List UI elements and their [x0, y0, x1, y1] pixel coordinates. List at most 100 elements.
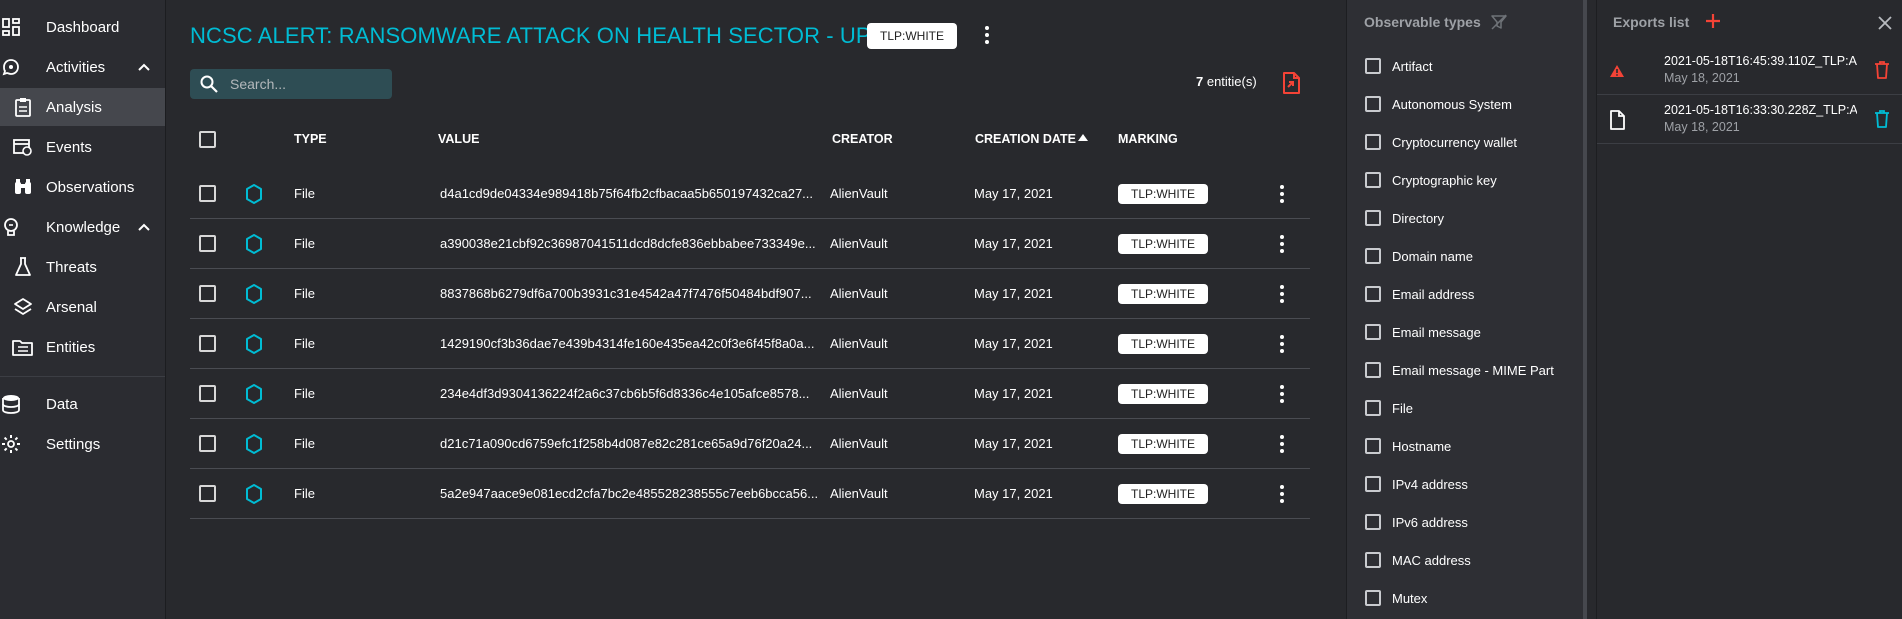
- observable-type-autonomous-system[interactable]: Autonomous System: [1365, 93, 1512, 115]
- table-row[interactable]: File 8837868b6279df6a700b3931c31e4542a47…: [190, 269, 1310, 319]
- row-creator: AlienVault: [830, 486, 888, 501]
- add-export-icon[interactable]: [1704, 12, 1722, 30]
- row-checkbox[interactable]: [199, 435, 216, 452]
- row-checkbox[interactable]: [199, 185, 216, 202]
- observable-type-checkbox[interactable]: [1365, 552, 1381, 568]
- observable-type-checkbox[interactable]: [1365, 324, 1381, 340]
- sort-ascending-icon[interactable]: [1078, 134, 1088, 142]
- export-item[interactable]: 2021-05-18T16:45:39.110Z_TLP:ALL_(Export…: [1597, 47, 1902, 95]
- sidebar-item-data[interactable]: Data: [0, 385, 165, 423]
- sidebar-item-events[interactable]: Events: [0, 128, 165, 166]
- observable-type-checkbox[interactable]: [1365, 58, 1381, 74]
- observable-type-checkbox[interactable]: [1365, 514, 1381, 530]
- sidebar-item-dashboard[interactable]: Dashboard: [0, 8, 165, 46]
- column-header-marking[interactable]: MARKING: [1118, 132, 1178, 146]
- search-box: [190, 69, 392, 99]
- select-all-checkbox[interactable]: [199, 131, 216, 148]
- sidebar-item-knowledge[interactable]: Knowledge: [0, 208, 165, 246]
- row-menu-button[interactable]: [1270, 182, 1294, 206]
- observable-type-artifact[interactable]: Artifact: [1365, 55, 1432, 77]
- observable-type-checkbox[interactable]: [1365, 590, 1381, 606]
- row-menu-button[interactable]: [1270, 382, 1294, 406]
- exports-title: Exports list: [1613, 14, 1690, 30]
- observable-type-checkbox[interactable]: [1365, 476, 1381, 492]
- panel-scrollbar[interactable]: [1583, 0, 1587, 619]
- row-creator: AlienVault: [830, 186, 888, 201]
- observable-type-cryptographic-key[interactable]: Cryptographic key: [1365, 169, 1497, 191]
- activities-icon: [0, 56, 22, 78]
- exports-panel: Exports list 2021-05-18T16:45:39.110Z_TL…: [1596, 0, 1902, 619]
- export-item[interactable]: 2021-05-18T16:33:30.228Z_TLP:ALL_(Export…: [1597, 96, 1902, 144]
- sidebar-item-entities[interactable]: Entities: [0, 328, 165, 366]
- table-row[interactable]: File d4a1cd9de04334e989418b75f64fb2cfbac…: [190, 169, 1310, 219]
- row-type: File: [294, 286, 315, 301]
- table-row[interactable]: File a390038e21cbf92c36987041511dcd8dcfe…: [190, 219, 1310, 269]
- observable-type-checkbox[interactable]: [1365, 286, 1381, 302]
- row-checkbox[interactable]: [199, 285, 216, 302]
- observable-type-email-mime-part[interactable]: Email message - MIME Part: [1365, 359, 1554, 381]
- row-checkbox[interactable]: [199, 485, 216, 502]
- row-date: May 17, 2021: [974, 286, 1053, 301]
- observable-types-title: Observable types: [1364, 14, 1481, 30]
- observable-type-directory[interactable]: Directory: [1365, 207, 1444, 229]
- observable-type-mutex[interactable]: Mutex: [1365, 587, 1427, 609]
- observable-type-ipv4-address[interactable]: IPv4 address: [1365, 473, 1468, 495]
- observable-type-label: Hostname: [1392, 438, 1452, 454]
- observable-type-checkbox[interactable]: [1365, 400, 1381, 416]
- observable-type-hostname[interactable]: Hostname: [1365, 435, 1451, 457]
- table-row[interactable]: File 234e4df3d9304136224f2a6c37cb6b5f6d8…: [190, 369, 1310, 419]
- observable-type-checkbox[interactable]: [1365, 210, 1381, 226]
- sidebar-item-observations[interactable]: Observations: [0, 168, 165, 206]
- close-icon[interactable]: [1877, 15, 1893, 31]
- column-header-value[interactable]: VALUE: [438, 132, 479, 146]
- observable-type-email-address[interactable]: Email address: [1365, 283, 1474, 305]
- observable-type-label: MAC address: [1392, 552, 1471, 568]
- table-row[interactable]: File 5a2e947aace9e081ecd2cfa7bc2e4855282…: [190, 469, 1310, 519]
- observable-type-checkbox[interactable]: [1365, 134, 1381, 150]
- observable-type-mac-address[interactable]: MAC address: [1365, 549, 1471, 571]
- observable-type-ipv6-address[interactable]: IPv6 address: [1365, 511, 1468, 533]
- sidebar-item-threats[interactable]: Threats: [0, 248, 165, 286]
- more-menu-button[interactable]: [975, 23, 999, 47]
- table-row[interactable]: File 1429190cf3b36dae7e439b4314fe160e435…: [190, 319, 1310, 369]
- row-menu-button[interactable]: [1270, 332, 1294, 356]
- row-checkbox[interactable]: [199, 335, 216, 352]
- delete-icon[interactable]: [1873, 109, 1891, 129]
- observable-type-domain-name[interactable]: Domain name: [1365, 245, 1473, 267]
- column-header-creator[interactable]: CREATOR: [832, 132, 893, 146]
- observable-type-checkbox[interactable]: [1365, 172, 1381, 188]
- export-file-name[interactable]: 2021-05-18T16:33:30.228Z_TLP:ALL_(Export…: [1664, 103, 1857, 117]
- observable-type-checkbox[interactable]: [1365, 362, 1381, 378]
- column-header-creation-date[interactable]: CREATION DATE: [975, 132, 1076, 146]
- row-menu-button[interactable]: [1270, 232, 1294, 256]
- row-checkbox[interactable]: [199, 235, 216, 252]
- row-type: File: [294, 236, 315, 251]
- row-menu-button[interactable]: [1270, 482, 1294, 506]
- clear-filter-icon[interactable]: [1490, 13, 1508, 31]
- main-content: NCSC ALERT: RANSOMWARE ATTACK ON HEALTH …: [166, 0, 1346, 619]
- row-checkbox[interactable]: [199, 385, 216, 402]
- row-menu-button[interactable]: [1270, 432, 1294, 456]
- sidebar-item-settings[interactable]: Settings: [0, 425, 165, 463]
- delete-icon[interactable]: [1873, 60, 1891, 80]
- observable-type-label: IPv4 address: [1392, 476, 1468, 492]
- row-menu-button[interactable]: [1270, 282, 1294, 306]
- observable-type-cryptocurrency-wallet[interactable]: Cryptocurrency wallet: [1365, 131, 1517, 153]
- export-file-icon[interactable]: [1278, 70, 1304, 96]
- table-row[interactable]: File d21c71a090cd6759efc1f258b4d087e82c2…: [190, 419, 1310, 469]
- observable-type-checkbox[interactable]: [1365, 438, 1381, 454]
- observable-type-label: File: [1392, 400, 1413, 416]
- export-file-name[interactable]: 2021-05-18T16:45:39.110Z_TLP:ALL_(Export…: [1664, 54, 1857, 68]
- column-header-type[interactable]: TYPE: [294, 132, 327, 146]
- sidebar-item-arsenal[interactable]: Arsenal: [0, 288, 165, 326]
- observable-type-checkbox[interactable]: [1365, 96, 1381, 112]
- observable-type-checkbox[interactable]: [1365, 248, 1381, 264]
- sidebar-item-activities[interactable]: Activities: [0, 48, 165, 86]
- observable-type-email-message[interactable]: Email message: [1365, 321, 1481, 343]
- observable-type-file[interactable]: File: [1365, 397, 1413, 419]
- dashboard-icon: [0, 16, 22, 38]
- search-input[interactable]: [230, 73, 385, 95]
- sidebar-item-analysis[interactable]: Analysis: [0, 88, 165, 126]
- observable-type-label: Email message: [1392, 324, 1481, 340]
- events-icon: [12, 136, 34, 158]
